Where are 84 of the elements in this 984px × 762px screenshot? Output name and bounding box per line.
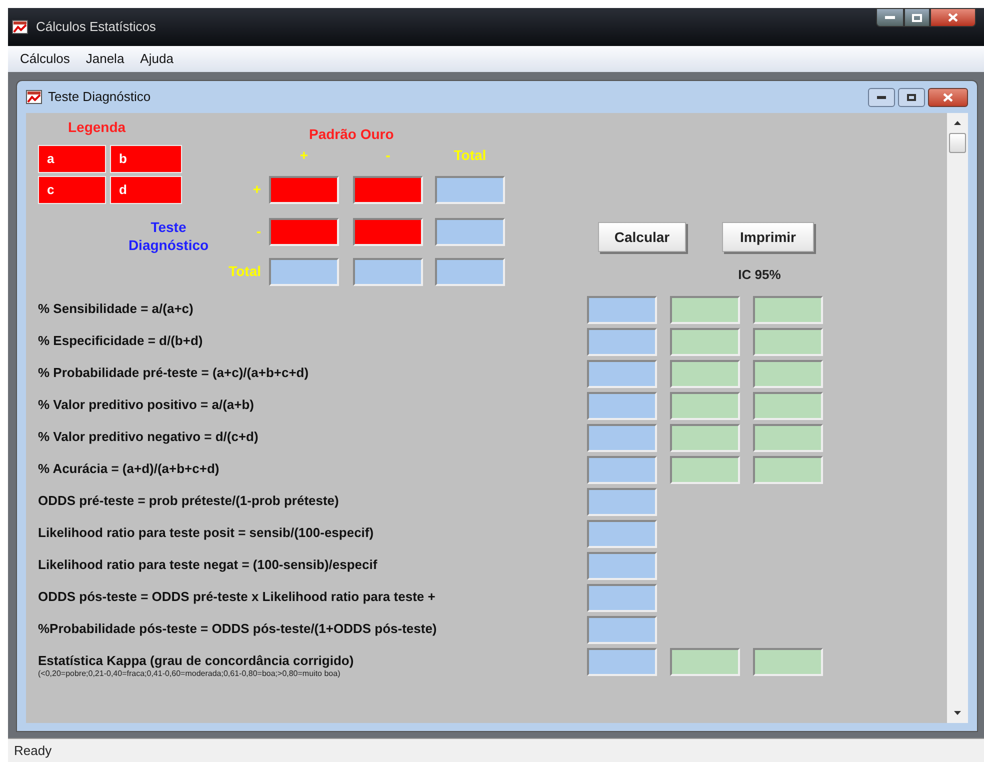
statistic-label: %Probabilidade pós-teste = ODDS pós-teste/(1+ODDS pós-teste)	[38, 621, 438, 637]
calculate-button[interactable]: Calcular	[598, 222, 686, 252]
result-field[interactable]	[670, 424, 740, 452]
result-field[interactable]	[670, 648, 740, 676]
statistic-label: ODDS pré-teste = prob préteste/(1-prob préteste)	[38, 493, 340, 509]
result-field[interactable]	[587, 424, 657, 452]
statistic-label: Likelihood ratio para teste posit = sensib/(100-especif)	[38, 525, 375, 541]
legend-key: b	[110, 145, 182, 173]
row-header: -	[256, 222, 262, 241]
close-button[interactable]	[928, 88, 968, 106]
print-button[interactable]: Imprimir	[722, 222, 814, 252]
chart-icon	[12, 20, 28, 34]
result-field[interactable]	[269, 258, 339, 286]
confidence-interval-label: IC 95%	[737, 266, 782, 284]
legend-key: d	[110, 176, 182, 204]
close-icon	[948, 13, 958, 22]
result-field[interactable]	[587, 552, 657, 580]
statistic-label: Estatística Kappa (grau de concordância corrigido)	[38, 653, 355, 669]
close-icon	[943, 92, 953, 102]
status-text: Ready	[14, 742, 52, 760]
statistic-label: % Probabilidade pré-teste = (a+c)/(a+b+c+d)	[38, 365, 310, 381]
table-title: Padrão Ouro	[308, 125, 395, 144]
window-title: Cálculos Estatísticos	[36, 18, 156, 36]
result-field[interactable]	[587, 456, 657, 484]
result-field[interactable]	[753, 328, 823, 356]
statistic-label: Likelihood ratio para teste negat = (100-sensib)/especif	[38, 557, 378, 573]
scrollbar[interactable]	[947, 113, 968, 723]
legend-key: a	[38, 145, 106, 173]
result-field[interactable]	[753, 360, 823, 388]
scroll-down-icon	[954, 711, 961, 715]
legend-key: c	[38, 176, 106, 204]
result-field[interactable]	[670, 360, 740, 388]
maximize-button[interactable]	[904, 8, 930, 27]
column-header: -	[384, 146, 392, 165]
result-field[interactable]	[587, 360, 657, 388]
result-field[interactable]	[435, 258, 505, 286]
result-field[interactable]	[587, 648, 657, 676]
result-field[interactable]	[587, 488, 657, 516]
statistic-label: % Valor preditivo positivo = a/(a+b)	[38, 397, 255, 413]
close-button[interactable]	[930, 8, 976, 27]
menu-item[interactable]: Janela	[86, 49, 124, 69]
legend-title: Legenda	[67, 118, 127, 137]
result-field[interactable]	[587, 584, 657, 612]
input-field[interactable]	[269, 176, 339, 204]
input-field[interactable]	[353, 176, 423, 204]
menu-item[interactable]: Ajuda	[140, 49, 174, 69]
statistic-label: % Valor preditivo negativo = d/(c+d)	[38, 429, 260, 445]
result-field[interactable]	[670, 296, 740, 324]
result-field[interactable]	[753, 392, 823, 420]
result-field[interactable]	[753, 456, 823, 484]
result-field[interactable]	[435, 176, 505, 204]
kappa-scale-note: (<0,20=pobre;0,21-0,40=fraca;0,41-0,60=moderada;0,61-0,80=boa;>0,80=muito boa)	[38, 669, 342, 679]
result-field[interactable]	[587, 520, 657, 548]
row-header: +	[252, 180, 262, 199]
result-field[interactable]	[435, 218, 505, 246]
statistic-label: % Sensibilidade = a/(a+c)	[38, 301, 194, 317]
scroll-up-icon	[954, 121, 961, 125]
scrollbar-thumb[interactable]	[949, 133, 966, 153]
menu-item[interactable]: Cálculos	[20, 49, 70, 69]
column-header: Total	[452, 146, 488, 165]
statistic-label: % Acurácia = (a+d)/(a+b+c+d)	[38, 461, 220, 477]
result-field[interactable]	[587, 328, 657, 356]
result-field[interactable]	[587, 296, 657, 324]
result-field[interactable]	[353, 258, 423, 286]
result-field[interactable]	[587, 616, 657, 644]
result-field[interactable]	[587, 392, 657, 420]
result-field[interactable]	[670, 456, 740, 484]
row-header: Total	[228, 262, 262, 281]
input-field[interactable]	[269, 218, 339, 246]
column-header: +	[298, 146, 310, 165]
result-field[interactable]	[753, 296, 823, 324]
minimize-button[interactable]	[876, 8, 904, 27]
statistic-label: % Especificidade = d/(b+d)	[38, 333, 204, 349]
result-field[interactable]	[753, 424, 823, 452]
restore-button[interactable]	[898, 88, 925, 106]
result-field[interactable]	[670, 392, 740, 420]
result-field[interactable]	[753, 648, 823, 676]
result-field[interactable]	[670, 328, 740, 356]
statistic-label: ODDS pós-teste = ODDS pré-teste x Likelihood ratio para teste +	[38, 589, 436, 605]
minimize-button[interactable]	[868, 88, 895, 106]
row-title: Teste Diagnóstico	[127, 218, 210, 255]
child-window-title: Teste Diagnóstico	[48, 88, 151, 106]
input-field[interactable]	[353, 218, 423, 246]
chart-icon	[26, 90, 42, 104]
